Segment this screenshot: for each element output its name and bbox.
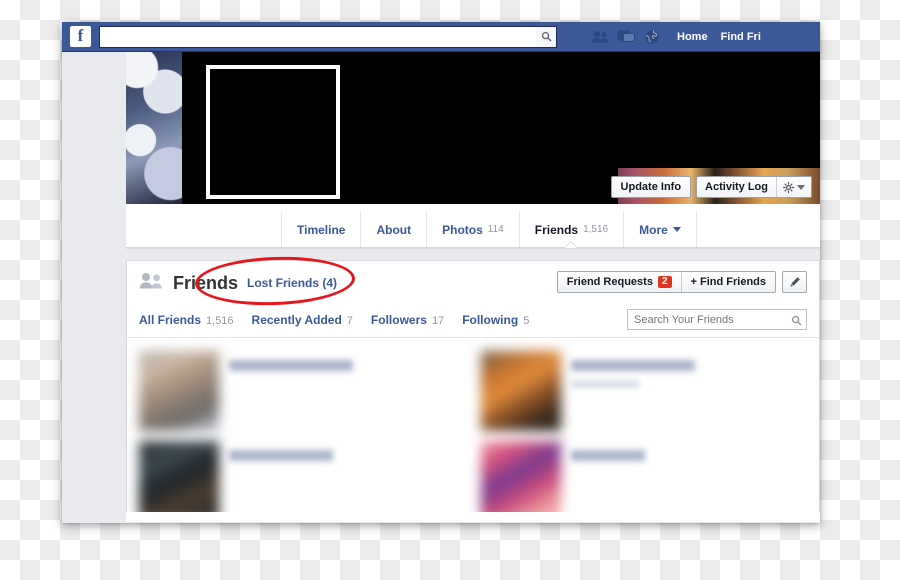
cover-action-buttons: Update Info Activity Log xyxy=(610,176,812,198)
global-search-wrapper xyxy=(99,25,557,48)
subnav-item-following[interactable]: Following 5 xyxy=(462,313,529,327)
friends-action-buttons: Friend Requests 2 + Find Friends xyxy=(556,271,807,293)
tab-label: About xyxy=(376,222,412,237)
tab-friends[interactable]: Friends 1,516 xyxy=(520,212,625,247)
friend-name xyxy=(229,360,353,371)
friend-meta xyxy=(229,351,353,371)
avatar xyxy=(481,351,561,431)
activity-log-button[interactable]: Activity Log xyxy=(697,177,776,197)
subnav-count: 17 xyxy=(431,315,445,327)
subnav-item-recently-added[interactable]: Recently Added 7 xyxy=(252,313,353,327)
avatar xyxy=(139,441,219,521)
avatar xyxy=(139,351,219,431)
subnav-label: Followers xyxy=(370,313,427,327)
cover-photo-art-left xyxy=(126,52,182,204)
lost-friends-link[interactable]: Lost Friends (4) xyxy=(247,276,337,290)
notifications-globe-icon[interactable] xyxy=(642,28,661,45)
gear-icon xyxy=(783,181,794,193)
search-friends-input[interactable] xyxy=(627,309,807,330)
nav-link-home[interactable]: Home xyxy=(677,31,708,43)
tab-count: 1,516 xyxy=(583,224,609,235)
cover-settings-menu-button[interactable] xyxy=(777,177,811,197)
friend-meta xyxy=(229,441,333,461)
tab-count: 114 xyxy=(487,224,504,235)
list-item[interactable] xyxy=(473,436,815,522)
chevron-down-icon xyxy=(797,184,805,190)
tab-about[interactable]: About xyxy=(361,212,428,247)
top-nav-icon-group xyxy=(590,28,661,45)
friends-card: Friends Lost Friends (4) Friend Requests… xyxy=(126,254,820,522)
tab-label: Friends xyxy=(534,222,579,237)
facebook-top-navigation-bar: f Home Find Fri xyxy=(62,22,820,52)
pencil-icon xyxy=(790,277,800,287)
list-item[interactable] xyxy=(131,436,473,522)
facebook-logo[interactable]: f xyxy=(70,26,91,47)
nav-link-find-friends[interactable]: Find Fri xyxy=(721,31,761,43)
friend-name xyxy=(571,450,645,461)
friend-requests-badge: 2 xyxy=(657,276,672,288)
tab-photos[interactable]: Photos 114 xyxy=(427,212,520,247)
subnav-item-all-friends[interactable]: All Friends 1,516 xyxy=(139,313,234,327)
friend-requests-label: Friend Requests xyxy=(566,276,653,288)
list-item[interactable] xyxy=(131,346,473,436)
subnav-label: All Friends xyxy=(139,313,202,327)
profile-tab-bar: Timeline About Photos 114 Friends 1,516 … xyxy=(126,212,820,248)
cover-photo-block: Update Info Activity Log xyxy=(126,52,820,212)
browser-window: f Home Find Fri Update Info Activity Log… xyxy=(62,22,820,523)
profile-picture[interactable] xyxy=(206,65,340,199)
global-search-input[interactable] xyxy=(99,25,557,48)
subnav-count: 7 xyxy=(346,315,353,327)
search-icon[interactable] xyxy=(536,26,556,47)
tab-timeline[interactable]: Timeline xyxy=(281,212,362,247)
friends-subnavigation: All Friends 1,516 Recently Added 7 Follo… xyxy=(127,307,819,338)
friends-card-header: Friends Lost Friends (4) Friend Requests… xyxy=(127,254,819,308)
avatar xyxy=(481,441,561,521)
subnav-label: Recently Added xyxy=(251,313,342,327)
friend-requests-button-group: Friend Requests 2 + Find Friends xyxy=(556,271,776,293)
find-friends-button[interactable]: + Find Friends xyxy=(682,272,775,292)
friend-name xyxy=(229,450,333,461)
page-title: Friends xyxy=(173,272,239,293)
friend-requests-button[interactable]: Friend Requests 2 xyxy=(558,272,681,292)
lost-friends-wrapper: Lost Friends (4) xyxy=(194,254,356,308)
friends-search-wrapper xyxy=(627,309,807,330)
tab-label: Photos xyxy=(442,222,483,237)
edit-friends-button[interactable] xyxy=(782,271,807,293)
friend-subtitle xyxy=(571,380,639,388)
subnav-count: 5 xyxy=(523,315,530,327)
friend-meta xyxy=(571,351,695,388)
tab-more[interactable]: More xyxy=(624,212,697,247)
list-item[interactable] xyxy=(473,346,815,436)
messages-icon[interactable] xyxy=(616,28,635,45)
friend-name xyxy=(571,360,695,371)
subnav-label: Following xyxy=(462,313,519,327)
activity-log-button-group: Activity Log xyxy=(696,176,812,198)
tab-label: Timeline xyxy=(297,222,346,237)
subnav-count: 1,516 xyxy=(206,315,234,327)
friends-list-grid xyxy=(127,338,819,522)
content-bottom-edge xyxy=(126,512,820,522)
tab-label: More xyxy=(639,222,668,237)
facebook-profile-page: Update Info Activity Log Timeline About … xyxy=(62,52,820,522)
friend-requests-icon[interactable] xyxy=(590,28,609,45)
top-nav-links: Home Find Fri xyxy=(677,31,761,43)
chevron-down-icon xyxy=(672,227,681,232)
friends-group-icon xyxy=(139,272,164,294)
friend-meta xyxy=(571,441,645,461)
update-info-button[interactable]: Update Info xyxy=(610,176,692,198)
transparency-backdrop: f Home Find Fri Update Info Activity Log… xyxy=(0,0,900,580)
subnav-item-followers[interactable]: Followers 17 xyxy=(371,313,444,327)
